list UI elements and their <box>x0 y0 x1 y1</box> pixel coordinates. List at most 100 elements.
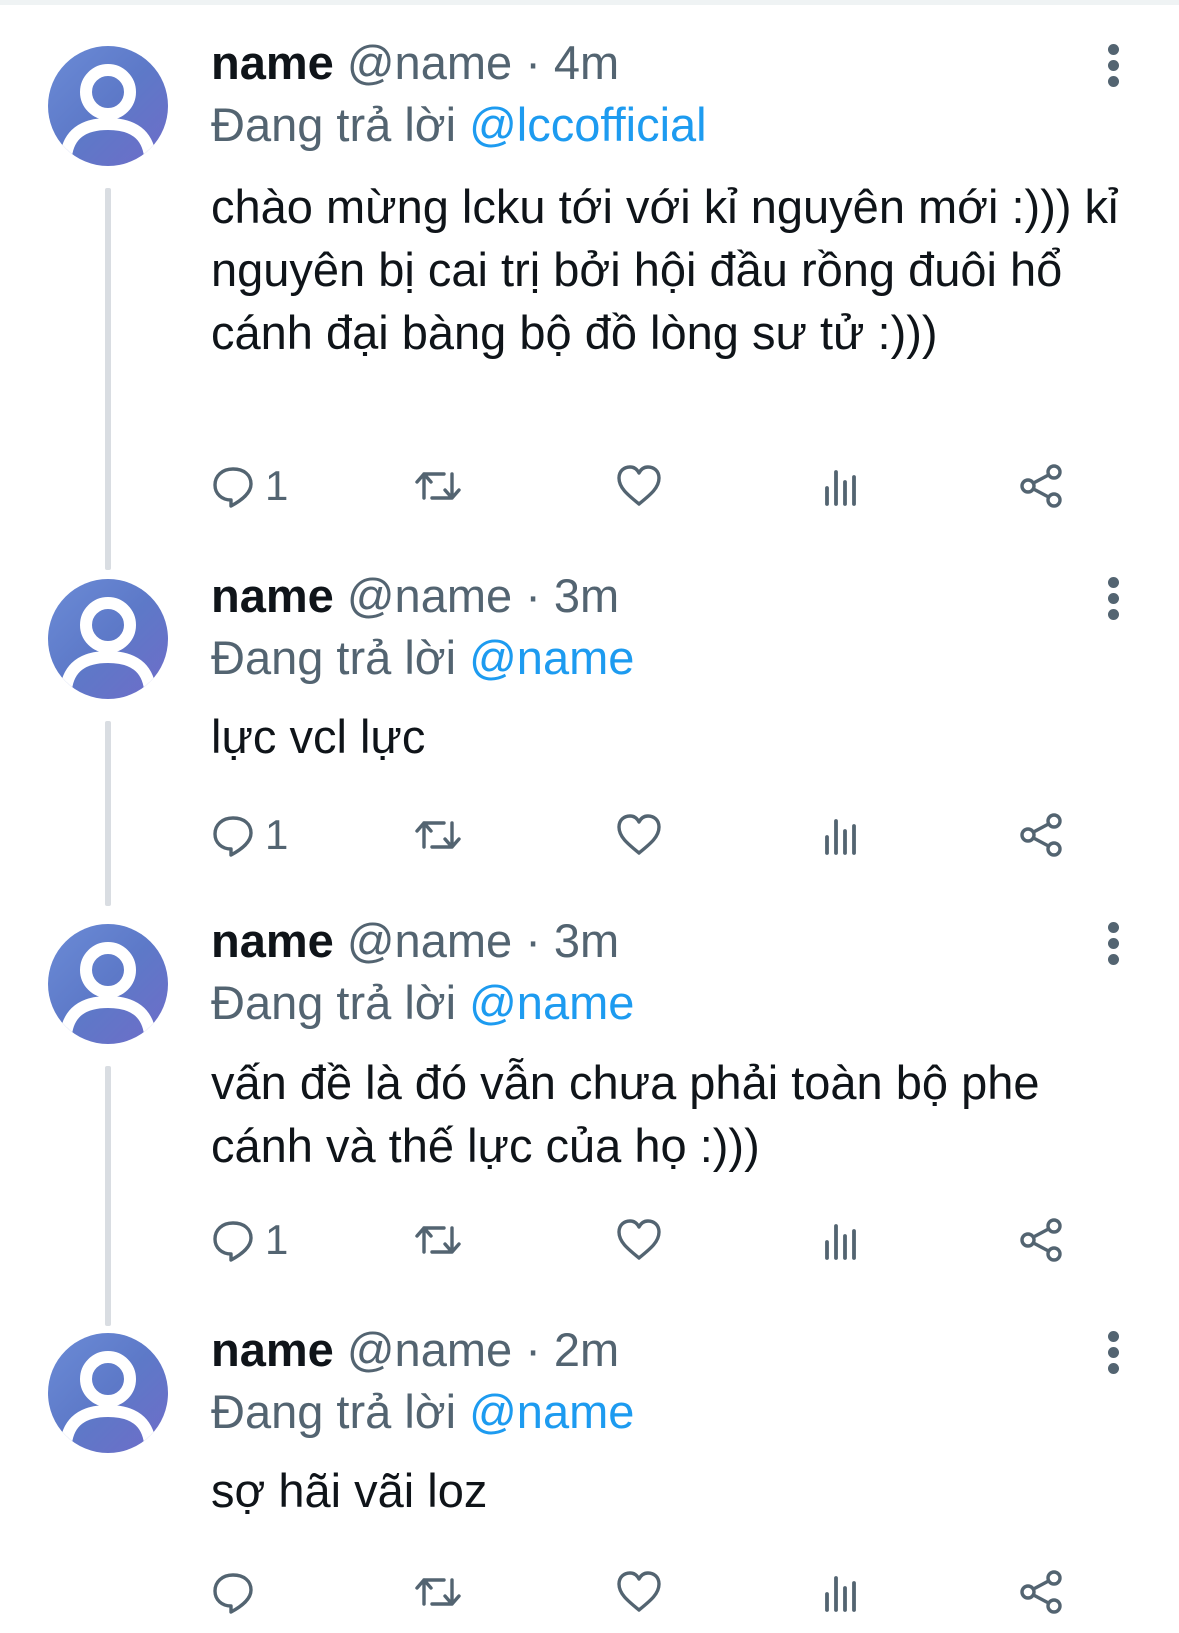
more-options-button[interactable] <box>1100 567 1130 627</box>
tweet-text: lực vcl lực <box>211 710 426 763</box>
more-vertical-icon <box>1108 922 1119 933</box>
heart-icon <box>617 814 661 855</box>
retweet-button[interactable] <box>413 1562 463 1622</box>
share-button[interactable] <box>1019 1562 1065 1622</box>
tweet-header: name @name · 2m <box>211 1319 619 1381</box>
share-icon <box>1020 1218 1062 1262</box>
like-button[interactable] <box>616 1562 662 1622</box>
reply-count: 1 <box>265 811 289 858</box>
replying-to-label: Đang trả lời <box>211 98 457 151</box>
reply-icon <box>213 816 253 857</box>
replying-to-mention[interactable]: @name <box>469 631 634 684</box>
timestamp[interactable]: 4m <box>554 36 619 89</box>
author-name[interactable]: name <box>211 36 334 89</box>
avatar[interactable] <box>48 924 168 1044</box>
replying-to: Đang trả lời @lccofficial <box>211 94 707 156</box>
reply-icon <box>213 1221 253 1262</box>
retweet-button[interactable] <box>413 456 463 516</box>
replying-to-mention[interactable]: @name <box>469 1385 634 1438</box>
tweet-text: chào mừng lcku tới với kỉ nguyên mới :))… <box>211 180 1119 359</box>
reply-button[interactable]: 1 <box>211 805 288 865</box>
default-avatar-icon <box>60 597 156 691</box>
more-vertical-icon <box>1108 44 1119 55</box>
reply-count: 1 <box>265 1216 289 1263</box>
retweet-icon <box>415 821 461 849</box>
replying-to-mention[interactable]: @lccofficial <box>469 98 707 151</box>
top-divider <box>0 0 1179 5</box>
reply-button[interactable] <box>211 1562 265 1622</box>
default-avatar-icon <box>60 1351 156 1445</box>
author-name[interactable]: name <box>211 914 334 967</box>
tweet-actions: 1 <box>211 1210 1111 1270</box>
reply-icon <box>213 1573 253 1614</box>
tweet-text: vấn đề là đó vẫn chưa phải toàn bộ phe c… <box>211 1056 1040 1172</box>
tweet-2[interactable]: name @name · 3m Đang trả lời @name lực v… <box>0 563 1179 906</box>
views-button[interactable] <box>821 805 861 865</box>
views-button[interactable] <box>821 456 861 516</box>
reply-button[interactable]: 1 <box>211 1210 288 1270</box>
author-handle[interactable]: @name <box>347 1323 512 1376</box>
share-button[interactable] <box>1019 456 1065 516</box>
author-name[interactable]: name <box>211 1323 334 1376</box>
avatar[interactable] <box>48 579 168 699</box>
avatar[interactable] <box>48 46 168 166</box>
views-icon <box>825 1224 856 1260</box>
tweet-4[interactable]: name @name · 2m Đang trả lời @name sợ hã… <box>0 1317 1179 1633</box>
retweet-icon <box>415 472 461 500</box>
thread-line <box>105 188 111 570</box>
separator-dot: · <box>525 914 541 967</box>
retweet-icon <box>415 1578 461 1606</box>
more-vertical-icon <box>1108 1331 1119 1342</box>
author-handle[interactable]: @name <box>347 36 512 89</box>
views-icon <box>825 1576 856 1612</box>
views-icon <box>825 819 856 855</box>
thread-line <box>105 1066 111 1326</box>
separator-dot: · <box>525 36 541 89</box>
share-button[interactable] <box>1019 1210 1065 1270</box>
tweet-3[interactable]: name @name · 3m Đang trả lời @name vấn đ… <box>0 908 1179 1326</box>
views-button[interactable] <box>821 1562 861 1622</box>
reply-button[interactable]: 1 <box>211 456 288 516</box>
tweet-1[interactable]: name @name · 4m Đang trả lời @lccofficia… <box>0 30 1179 570</box>
replying-to: Đang trả lời @name <box>211 1381 634 1443</box>
retweet-button[interactable] <box>413 805 463 865</box>
heart-icon <box>617 1571 661 1612</box>
retweet-icon <box>415 1226 461 1254</box>
author-handle[interactable]: @name <box>347 914 512 967</box>
heart-icon <box>617 465 661 506</box>
like-button[interactable] <box>616 805 662 865</box>
author-handle[interactable]: @name <box>347 569 512 622</box>
views-button[interactable] <box>821 1210 861 1270</box>
share-icon <box>1020 1570 1062 1614</box>
more-vertical-icon <box>1108 577 1119 588</box>
tweet-header: name @name · 3m <box>211 910 619 972</box>
more-options-button[interactable] <box>1100 34 1130 94</box>
more-options-button[interactable] <box>1100 1321 1130 1381</box>
views-icon <box>825 470 856 506</box>
like-button[interactable] <box>616 456 662 516</box>
retweet-button[interactable] <box>413 1210 463 1270</box>
tweet-text: sợ hãi vãi loz <box>211 1464 488 1517</box>
default-avatar-icon <box>60 64 156 158</box>
separator-dot: · <box>525 1323 541 1376</box>
reply-count: 1 <box>265 462 289 509</box>
separator-dot: · <box>525 569 541 622</box>
reply-icon <box>213 467 253 508</box>
share-button[interactable] <box>1019 805 1065 865</box>
like-button[interactable] <box>616 1210 662 1270</box>
tweet-actions: 1 <box>211 456 1111 516</box>
share-icon <box>1020 464 1062 508</box>
replying-to: Đang trả lời @name <box>211 972 634 1034</box>
timestamp[interactable]: 3m <box>554 569 619 622</box>
timestamp[interactable]: 2m <box>554 1323 619 1376</box>
author-name[interactable]: name <box>211 569 334 622</box>
heart-icon <box>617 1219 661 1260</box>
replying-to: Đang trả lời @name <box>211 627 634 689</box>
replying-to-label: Đang trả lời <box>211 976 457 1029</box>
default-avatar-icon <box>60 942 156 1036</box>
more-options-button[interactable] <box>1100 912 1130 972</box>
replying-to-mention[interactable]: @name <box>469 976 634 1029</box>
avatar[interactable] <box>48 1333 168 1453</box>
timestamp[interactable]: 3m <box>554 914 619 967</box>
tweet-actions: 1 <box>211 805 1111 865</box>
